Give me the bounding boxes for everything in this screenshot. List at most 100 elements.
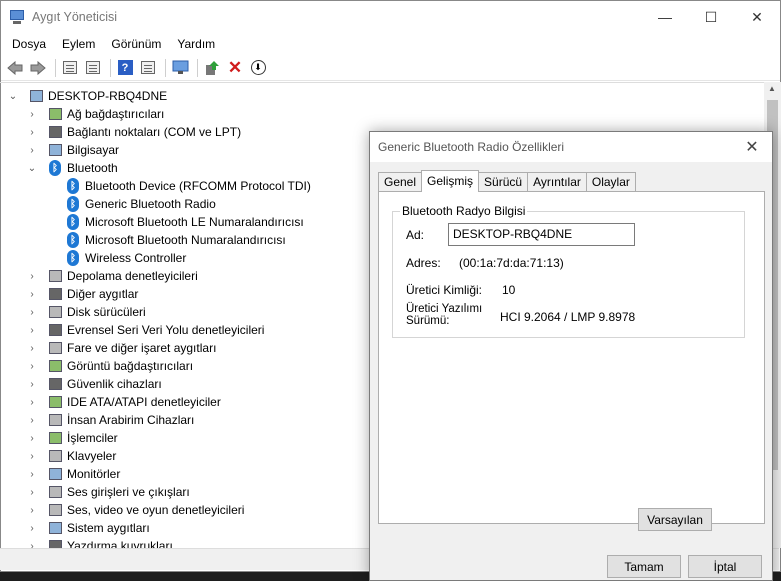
bluetooth-icon: ᛒ: [65, 214, 81, 230]
tree-category[interactable]: › Disk sürücüleri: [27, 303, 145, 321]
toolbar-separator: [165, 58, 166, 77]
chevron-right-icon[interactable]: ›: [27, 109, 37, 120]
chevron-right-icon[interactable]: ›: [27, 469, 37, 480]
tree-category[interactable]: › Monitörler: [27, 465, 120, 483]
tree-category[interactable]: › İşlemciler: [27, 429, 117, 447]
chevron-right-icon[interactable]: ›: [27, 433, 37, 444]
port-icon: [47, 124, 63, 140]
tree-category[interactable]: › Görüntü bağdaştırıcıları: [27, 357, 193, 375]
minimize-button[interactable]: —: [642, 1, 688, 33]
tree-category[interactable]: › Bilgisayar: [27, 141, 119, 159]
help-icon[interactable]: ?: [115, 58, 135, 78]
toolbar-separator: [110, 58, 111, 77]
chevron-right-icon[interactable]: ›: [27, 325, 37, 336]
menu-eylem[interactable]: Eylem: [54, 33, 103, 55]
title-bar[interactable]: Aygıt Yöneticisi — ☐ ✕: [1, 1, 780, 33]
chevron-right-icon[interactable]: ›: [27, 541, 37, 549]
tab-gelismis[interactable]: Gelişmiş: [421, 170, 480, 192]
tab-genel[interactable]: Genel: [378, 172, 423, 192]
tree-device[interactable]: ᛒ Bluetooth Device (RFCOMM Protocol TDI): [65, 177, 311, 195]
address-label: Adres:: [406, 256, 441, 270]
menu-yardim[interactable]: Yardım: [169, 33, 223, 55]
tree-category[interactable]: › Sistem aygıtları: [27, 519, 149, 537]
dialog-title-bar[interactable]: Generic Bluetooth Radio Özellikleri ✕: [370, 132, 772, 162]
disable-device-icon[interactable]: ⬇: [248, 58, 268, 78]
tree-category[interactable]: › İnsan Arabirim Cihazları: [27, 411, 194, 429]
bluetooth-icon: ᛒ: [65, 196, 81, 212]
maximize-button[interactable]: ☐: [688, 1, 734, 33]
view-icon[interactable]: [138, 58, 158, 78]
firmware-label-line2: Sürümü:: [406, 315, 450, 327]
tree-device[interactable]: ᛒ Generic Bluetooth Radio: [65, 195, 216, 213]
toolbar-separator: [197, 58, 198, 77]
close-button[interactable]: ✕: [734, 1, 780, 33]
name-label: Ad:: [406, 228, 425, 242]
processor-icon: [47, 430, 63, 446]
chevron-right-icon[interactable]: ›: [27, 523, 37, 534]
back-icon[interactable]: [5, 58, 25, 78]
tree-device[interactable]: ᛒ Microsoft Bluetooth LE Numaralandırıcı…: [65, 213, 304, 231]
tree-device[interactable]: ᛒ Microsoft Bluetooth Numaralandırıcısı: [65, 231, 286, 249]
tab-surucu[interactable]: Sürücü: [478, 172, 529, 192]
uninstall-icon[interactable]: ✕: [225, 58, 245, 78]
network-adapter-icon: [47, 106, 63, 122]
scroll-up-icon[interactable]: ▲: [768, 84, 776, 93]
tree-root[interactable]: ⌄ DESKTOP-RBQ4DNE: [8, 87, 167, 105]
tree-category-bluetooth[interactable]: ⌄ ᛒ Bluetooth: [27, 159, 118, 177]
chevron-right-icon[interactable]: ›: [27, 127, 37, 138]
menu-gorunum[interactable]: Görünüm: [103, 33, 169, 55]
chevron-right-icon[interactable]: ›: [27, 307, 37, 318]
chevron-right-icon[interactable]: ›: [27, 343, 37, 354]
tree-device[interactable]: ᛒ Wireless Controller: [65, 249, 186, 267]
scan-hardware-icon[interactable]: [170, 58, 190, 78]
menu-dosya[interactable]: Dosya: [4, 33, 54, 55]
defaults-button[interactable]: Varsayılan: [638, 508, 712, 531]
bluetooth-icon: ᛒ: [65, 250, 81, 266]
window-title: Aygıt Yöneticisi: [32, 10, 118, 24]
tree-category[interactable]: › Yazdırma kuyrukları: [27, 537, 173, 548]
chevron-right-icon[interactable]: ›: [27, 505, 37, 516]
name-field[interactable]: DESKTOP-RBQ4DNE: [448, 223, 635, 246]
ok-button[interactable]: Tamam: [607, 555, 681, 578]
other-devices-icon: [47, 286, 63, 302]
chevron-right-icon[interactable]: ›: [27, 487, 37, 498]
hid-icon: [47, 412, 63, 428]
chevron-right-icon[interactable]: ›: [27, 379, 37, 390]
chevron-down-icon[interactable]: ⌄: [27, 163, 37, 174]
address-value: (00:1a:7d:da:71:13): [459, 256, 564, 270]
forward-icon[interactable]: [28, 58, 48, 78]
security-device-icon: [47, 376, 63, 392]
chevron-right-icon[interactable]: ›: [27, 289, 37, 300]
update-driver-icon[interactable]: [202, 58, 222, 78]
tab-ayrintilar[interactable]: Ayrıntılar: [527, 172, 587, 192]
tree-category[interactable]: › Ağ bağdaştırıcıları: [27, 105, 164, 123]
chevron-right-icon[interactable]: ›: [27, 397, 37, 408]
cancel-button[interactable]: İptal: [688, 555, 762, 578]
properties-list-icon[interactable]: [60, 58, 80, 78]
chevron-right-icon[interactable]: ›: [27, 145, 37, 156]
tree-category[interactable]: › IDE ATA/ATAPI denetleyiciler: [27, 393, 221, 411]
toolbar-separator: [55, 58, 56, 77]
manufacturer-label: Üretici Kimliği:: [406, 283, 483, 297]
tree-category[interactable]: › Ses girişleri ve çıkışları: [27, 483, 189, 501]
tree-category[interactable]: › Güvenlik cihazları: [27, 375, 161, 393]
tree-category[interactable]: › Depolama denetleyicileri: [27, 267, 197, 285]
chevron-right-icon[interactable]: ›: [27, 451, 37, 462]
tree-category[interactable]: › Evrensel Seri Veri Yolu denetleyiciler…: [27, 321, 264, 339]
tree-category[interactable]: › Ses, video ve oyun denetleyicileri: [27, 501, 244, 519]
tree-category[interactable]: › Klavyeler: [27, 447, 116, 465]
tab-page-gelismis: Bluetooth Radyo Bilgisi Ad: DESKTOP-RBQ4…: [378, 191, 765, 531]
tab-olaylar[interactable]: Olaylar: [585, 172, 636, 192]
chevron-down-icon[interactable]: ⌄: [8, 91, 18, 102]
dialog-close-icon[interactable]: ✕: [732, 137, 772, 157]
tree-category[interactable]: › Diğer aygıtlar: [27, 285, 138, 303]
computer-icon: [28, 88, 44, 104]
chevron-right-icon[interactable]: ›: [27, 415, 37, 426]
chevron-right-icon[interactable]: ›: [27, 271, 37, 282]
print-queue-icon: [47, 538, 63, 548]
chevron-right-icon[interactable]: ›: [27, 361, 37, 372]
tree-category[interactable]: › Fare ve diğer işaret aygıtları: [27, 339, 216, 357]
manufacturer-value: 10: [502, 283, 516, 297]
properties-sheet-icon[interactable]: [83, 58, 103, 78]
tree-category[interactable]: › Bağlantı noktaları (COM ve LPT): [27, 123, 241, 141]
